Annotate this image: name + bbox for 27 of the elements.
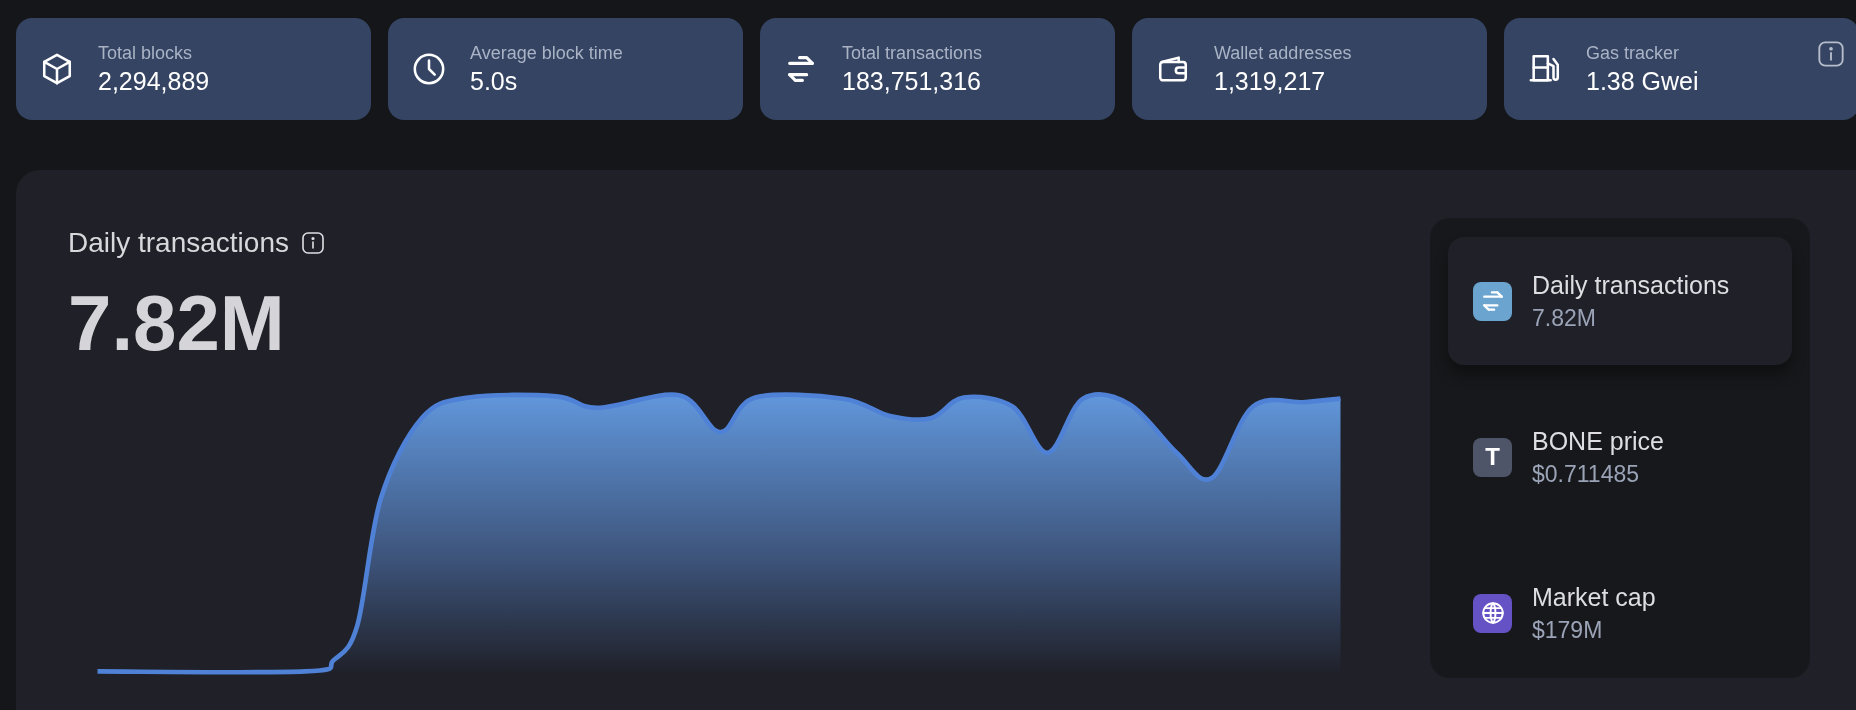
stat-value: 5.0s <box>470 66 519 97</box>
stat-label: Average block time <box>470 42 623 65</box>
metric-item[interactable]: Daily transactions 7.82M <box>1448 237 1792 365</box>
stat-value: 2,294,889 <box>98 66 210 97</box>
stat-value: 1,319,217 <box>1214 66 1327 97</box>
chart-title: Daily transactions <box>68 226 289 260</box>
stat-label: Total blocks <box>98 42 194 65</box>
stat-label: Wallet addresses <box>1214 42 1352 65</box>
metric-label: BONE price <box>1532 426 1664 457</box>
cube-icon <box>40 52 74 86</box>
info-icon[interactable] <box>301 231 325 255</box>
stat-value: 1.38 Gwei <box>1586 66 1699 97</box>
stat-value: 183,751,316 <box>842 66 983 97</box>
globe-icon <box>1479 600 1506 626</box>
info-icon[interactable] <box>1817 40 1845 68</box>
clock-icon <box>412 52 446 86</box>
metric-item[interactable]: Market cap $179M <box>1448 549 1792 677</box>
metric-value: 7.82M <box>1532 304 1597 333</box>
metric-label: Daily transactions <box>1532 270 1730 301</box>
chart-value: 7.82M <box>68 278 286 368</box>
metric-item[interactable]: T BONE price $0.711485 <box>1448 393 1792 521</box>
stat-label: Total transactions <box>842 42 983 65</box>
letter-glyph: T <box>1485 442 1500 472</box>
metric-label: Market cap <box>1532 582 1656 613</box>
stat-label: Gas tracker <box>1586 42 1681 65</box>
metric-value: $179M <box>1532 616 1604 645</box>
metric-value: $0.711485 <box>1532 460 1640 489</box>
